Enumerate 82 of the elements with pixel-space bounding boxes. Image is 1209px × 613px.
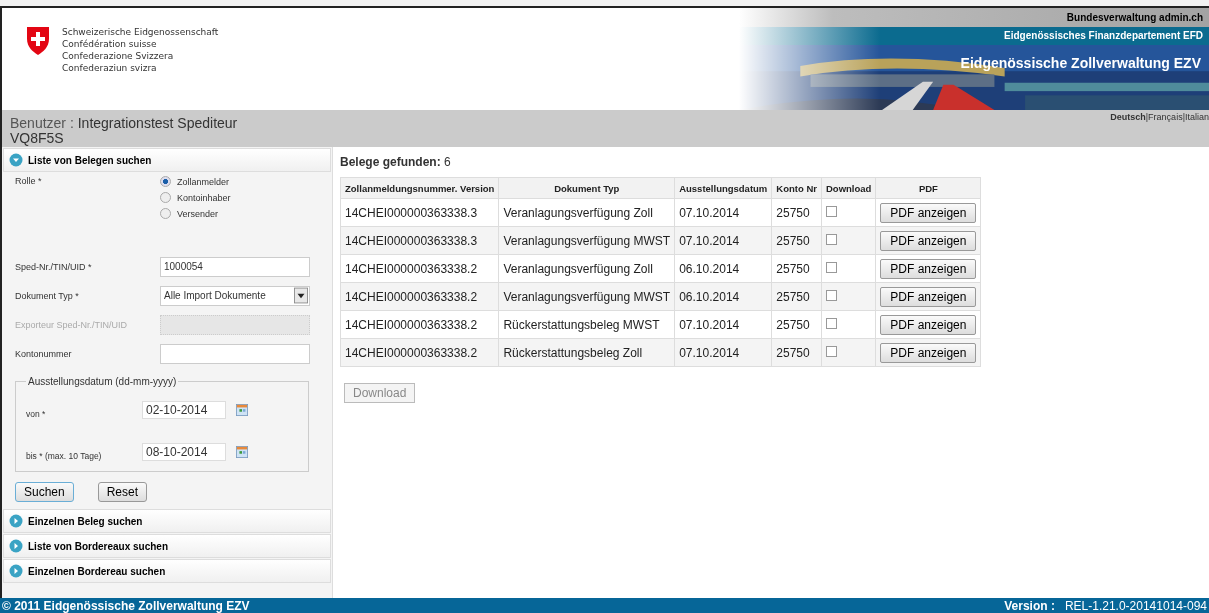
column-header: Zollanmeldungsnummer. Version [340, 177, 499, 199]
pdf-button[interactable]: PDF anzeigen [880, 202, 977, 223]
download-checkbox[interactable] [825, 261, 837, 273]
download-checkbox[interactable] [825, 345, 837, 357]
accordion-header[interactable]: Liste von Belegen suchen [3, 148, 331, 172]
user-code: VQ8F5S [10, 131, 65, 146]
field-label: Kontonummer [15, 348, 73, 359]
table-cell: Veranlagungsverfügung Zoll [498, 254, 675, 283]
pdf-button[interactable]: PDF anzeigen [880, 230, 977, 251]
accordion-header[interactable]: Einzelnen Bordereau suchen [3, 559, 331, 583]
expand-icon [9, 539, 23, 553]
table-cell: Veranlagungsverfügung Zoll [498, 198, 675, 227]
accordion-header[interactable]: Einzelnen Beleg suchen [3, 509, 331, 533]
language-link[interactable]: Deutsch [1110, 112, 1146, 122]
column-header: Ausstellungsdatum [674, 177, 772, 199]
confederation-name: Confederazione Svizzera [62, 50, 175, 62]
date-field[interactable]: 08-10-2014 [142, 443, 226, 461]
field-label: Dokument Typ * [15, 290, 80, 301]
document-type-select[interactable]: Alle Import Dokumente [160, 285, 310, 306]
table-cell: 06.10.2014 [674, 282, 772, 311]
table-cell: 14CHEI000000363338.3 [340, 226, 499, 255]
input-field[interactable] [160, 343, 310, 364]
column-header: Download [821, 177, 876, 199]
role-radio[interactable]: Zollanmelder [160, 176, 231, 187]
expand-icon [9, 514, 23, 528]
field-label: bis * (max. 10 Tage) [26, 451, 103, 461]
confederation-name: Confederaziun svizra [62, 62, 158, 74]
table-cell: Veranlagungsverfügung MWST [498, 226, 675, 255]
pdf-button[interactable]: PDF anzeigen [880, 314, 977, 335]
table-cell: 14CHEI000000363338.2 [340, 254, 499, 283]
field-label: Rolle * [15, 176, 43, 186]
group-legend: Ausstellungsdatum (dd-mm-yyyy) [26, 376, 179, 387]
field-label: von * [26, 409, 47, 419]
table-cell: 25750 [771, 254, 822, 283]
role-radio[interactable]: Kontoinhaber [160, 192, 231, 203]
table-cell: 07.10.2014 [674, 338, 772, 367]
accordion-header[interactable]: Liste von Bordereaux suchen [3, 534, 331, 558]
expand-icon [9, 564, 23, 578]
table-cell: 14CHEI000000363338.2 [340, 338, 499, 367]
role-radio[interactable]: Versender [160, 208, 231, 219]
download-checkbox[interactable] [825, 233, 837, 245]
table-cell: 07.10.2014 [674, 310, 772, 339]
reset-button[interactable]: Reset [97, 482, 148, 502]
download-checkbox[interactable] [825, 205, 837, 217]
admin-link[interactable]: Bundesverwaltung admin.ch [1066, 12, 1203, 23]
pdf-button[interactable]: PDF anzeigen [880, 342, 977, 363]
search-button[interactable]: Suchen [15, 482, 74, 502]
column-header: Konto Nr [771, 177, 822, 199]
table-cell: 07.10.2014 [674, 226, 772, 255]
download-checkbox[interactable] [825, 289, 837, 301]
pdf-button[interactable]: PDF anzeigen [880, 286, 977, 307]
table-cell: Rückerstattungsbeleg MWST [498, 310, 675, 339]
calendar-icon[interactable] [236, 404, 248, 416]
user-label: Benutzer : Integrationstest Spediteur [10, 116, 238, 131]
date-field[interactable]: 02-10-2014 [142, 401, 226, 419]
copyright-text: © 2011 Eidgenössische Zollverwaltung EZV [2, 598, 250, 613]
field-label: Exporteur Sped-Nr./TIN/UID [15, 319, 129, 330]
swiss-shield-icon [26, 26, 50, 56]
office-title: Eidgenössische Zollverwaltung EZV [960, 55, 1201, 71]
language-link[interactable]: |Français [1145, 112, 1183, 122]
results-count: Belege gefunden: 6 [340, 155, 452, 169]
field-label: Sped-Nr./TIN/UID * [15, 261, 93, 272]
table-cell: Rückerstattungsbeleg Zoll [498, 338, 675, 367]
column-header: Dokument Typ [498, 177, 675, 199]
calendar-icon[interactable] [236, 446, 248, 458]
column-header: PDF [875, 177, 981, 199]
language-link[interactable]: |Italian [1182, 112, 1209, 122]
input-field[interactable]: 1000054 [160, 256, 310, 277]
confederation-name: Confédération suisse [62, 38, 158, 50]
version-text: Version : REL-1.21.0-20141014-094 [1004, 598, 1207, 613]
confederation-name: Schweizerische Eidgenossenschaft [62, 26, 219, 38]
table-cell: 14CHEI000000363338.2 [340, 282, 499, 311]
table-cell: 07.10.2014 [674, 198, 772, 227]
table-cell: 06.10.2014 [674, 254, 772, 283]
collapse-icon [9, 153, 23, 167]
download-checkbox[interactable] [825, 317, 837, 329]
pdf-button[interactable]: PDF anzeigen [880, 258, 977, 279]
table-cell: 25750 [771, 310, 822, 339]
table-cell: Veranlagungsverfügung MWST [498, 282, 675, 311]
table-cell: 14CHEI000000363338.3 [340, 198, 499, 227]
table-cell: 14CHEI000000363338.2 [340, 310, 499, 339]
table-cell: 25750 [771, 198, 822, 227]
